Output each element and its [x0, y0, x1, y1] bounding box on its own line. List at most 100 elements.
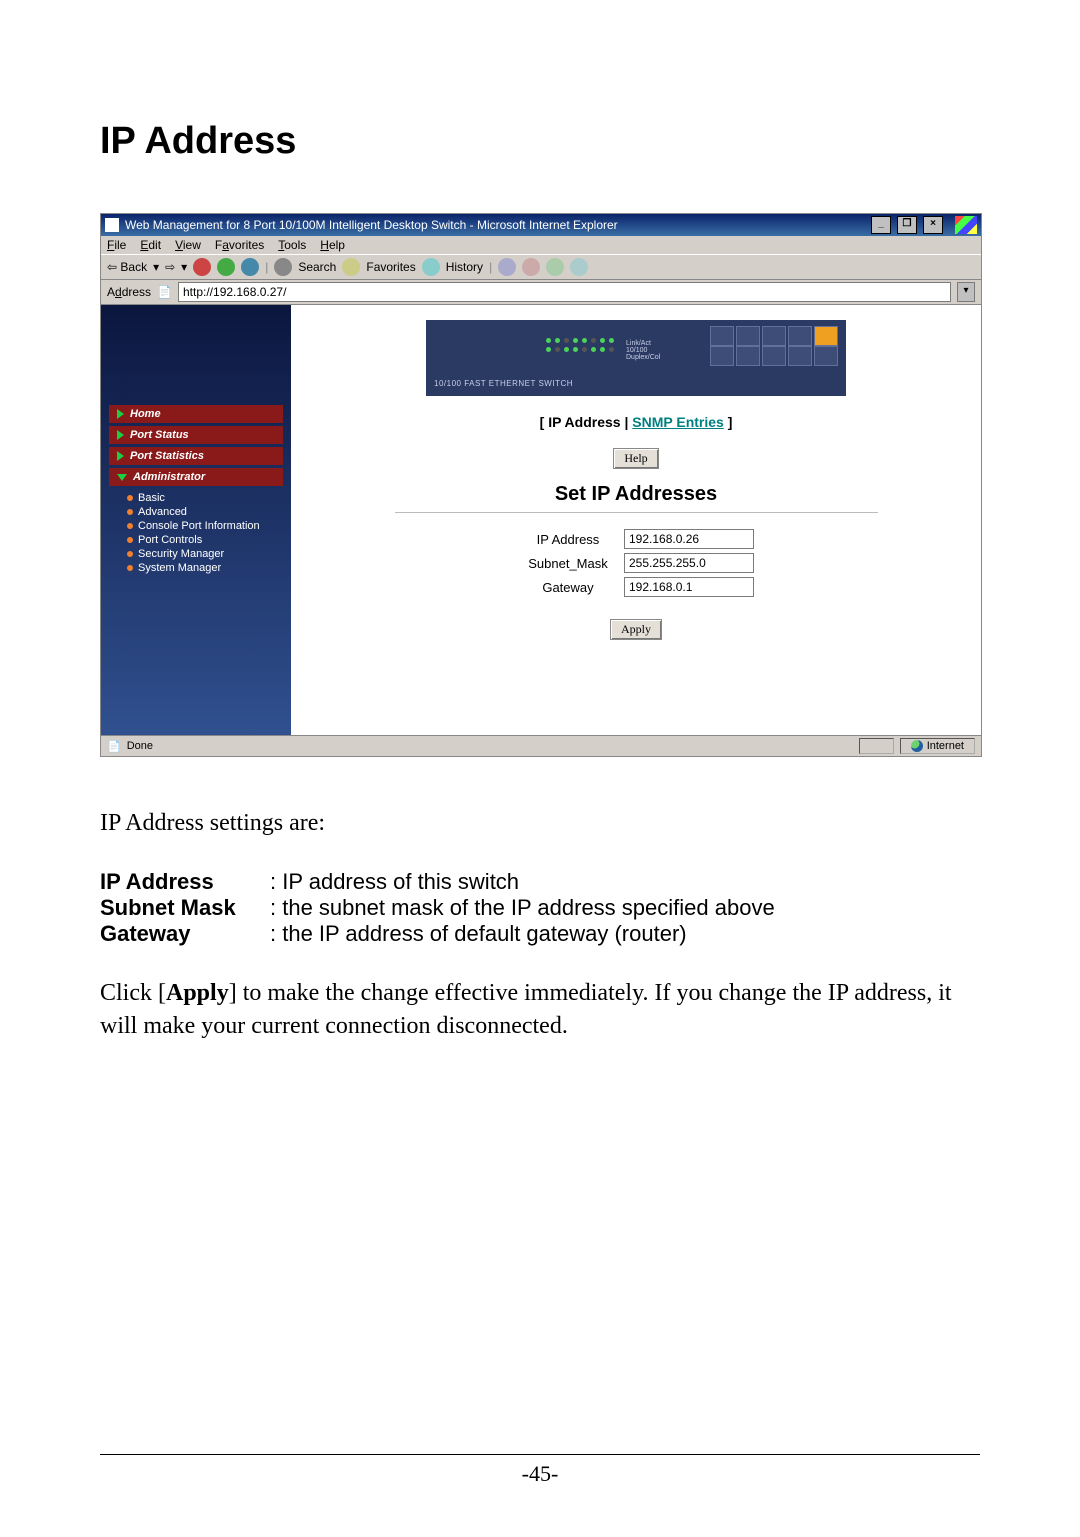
- address-label: Address: [107, 285, 151, 299]
- sidebar-item-label: Port Status: [130, 429, 189, 441]
- sidebar-item-label: Home: [130, 408, 161, 420]
- mail-icon[interactable]: [498, 258, 516, 276]
- address-dropdown-button[interactable]: ▾: [957, 282, 975, 302]
- def-mask-term: Subnet Mask: [100, 895, 270, 921]
- def-gw-term: Gateway: [100, 921, 270, 947]
- status-bar: 📄 Done Internet: [101, 735, 981, 756]
- nav-sidebar: Home Port Status Port Statistics Adminis…: [101, 305, 291, 735]
- gateway-label: Gateway: [518, 580, 618, 595]
- back-menu-arrow-icon[interactable]: ▾: [153, 260, 159, 274]
- ip-form: IP Address Subnet_Mask Gateway: [518, 525, 754, 601]
- forward-menu-arrow-icon[interactable]: ▾: [181, 260, 187, 274]
- menu-bar: File Edit View Favorites Tools Help: [101, 236, 981, 254]
- def-ip-desc: : IP address of this switch: [270, 869, 519, 895]
- apply-paragraph: Click [Apply] to make the change effecti…: [100, 977, 980, 1042]
- ip-address-label: IP Address: [518, 532, 618, 547]
- page-number: -45-: [522, 1461, 559, 1486]
- zone-text: Internet: [927, 740, 964, 752]
- search-button[interactable]: Search: [298, 260, 336, 274]
- windows-logo-icon: [955, 216, 977, 234]
- menu-file[interactable]: File: [107, 238, 126, 252]
- sidebar-item-port-status[interactable]: Port Status: [109, 426, 283, 444]
- status-zone: Internet: [900, 738, 975, 754]
- ie-icon: [105, 218, 119, 232]
- content-pane: Link/Act 10/100 Duplex/Col 10/100 FAST E…: [291, 305, 981, 735]
- def-gw-desc: : the IP address of default gateway (rou…: [270, 921, 687, 947]
- port-grid: [710, 326, 836, 364]
- arrow-down-icon: [117, 474, 127, 481]
- sidebar-item-administrator[interactable]: Administrator: [109, 468, 283, 486]
- window-titlebar: Web Management for 8 Port 10/100M Intell…: [101, 214, 981, 236]
- sidebar-subgroup-administrator: Basic Advanced Console Port Information …: [109, 489, 283, 581]
- subnet-mask-input[interactable]: [624, 553, 754, 573]
- sidebar-sub-console[interactable]: Console Port Information: [127, 519, 283, 533]
- menu-help[interactable]: Help: [320, 238, 345, 252]
- bullet-icon: [127, 509, 133, 515]
- tab-bracket: ]: [728, 414, 733, 430]
- sidebar-item-label: Port Statistics: [130, 450, 204, 462]
- tab-bracket: [: [540, 414, 549, 430]
- close-button[interactable]: ×: [923, 216, 943, 234]
- print-icon[interactable]: [522, 258, 540, 276]
- favorites-icon[interactable]: [342, 258, 360, 276]
- search-icon[interactable]: [274, 258, 292, 276]
- discuss-icon[interactable]: [570, 258, 588, 276]
- page-title: IP Address: [100, 120, 980, 163]
- menu-view[interactable]: View: [175, 238, 201, 252]
- led-grid: [546, 338, 615, 353]
- edit-icon[interactable]: [546, 258, 564, 276]
- sidebar-item-port-statistics[interactable]: Port Statistics: [109, 447, 283, 465]
- browser-window: Web Management for 8 Port 10/100M Intell…: [100, 213, 982, 757]
- status-text: Done: [127, 740, 153, 752]
- menu-tools[interactable]: Tools: [278, 238, 306, 252]
- sidebar-sub-system[interactable]: System Manager: [127, 561, 283, 575]
- page-status-icon: 📄: [107, 740, 121, 753]
- sidebar-item-label: Administrator: [133, 471, 205, 483]
- address-bar: Address 📄 ▾: [101, 280, 981, 305]
- bullet-icon: [127, 551, 133, 557]
- ip-address-input[interactable]: [624, 529, 754, 549]
- status-box-empty: [859, 738, 893, 754]
- refresh-icon[interactable]: [217, 258, 235, 276]
- tab-ip-address[interactable]: IP Address: [548, 414, 620, 430]
- bullet-icon: [127, 495, 133, 501]
- page-footer: -45-: [100, 1454, 980, 1487]
- subnet-mask-label: Subnet_Mask: [518, 556, 618, 571]
- address-input[interactable]: [178, 282, 951, 302]
- back-button[interactable]: ⇦ Back: [107, 260, 147, 274]
- menu-edit[interactable]: Edit: [140, 238, 161, 252]
- led-label-link: Link/Act: [626, 340, 660, 347]
- arrow-icon: [117, 451, 124, 461]
- bullet-icon: [127, 523, 133, 529]
- sidebar-item-home[interactable]: Home: [109, 405, 283, 423]
- page-tabs: [ IP Address | SNMP Entries ]: [540, 414, 733, 430]
- content-heading: Set IP Addresses: [555, 483, 717, 506]
- history-icon[interactable]: [422, 258, 440, 276]
- home-icon[interactable]: [241, 258, 259, 276]
- sidebar-sub-security[interactable]: Security Manager: [127, 547, 283, 561]
- divider: [395, 512, 878, 513]
- history-button[interactable]: History: [446, 260, 483, 274]
- gateway-input[interactable]: [624, 577, 754, 597]
- led-label-speed: 10/100: [626, 347, 660, 354]
- apply-button[interactable]: Apply: [610, 619, 662, 640]
- stop-icon[interactable]: [193, 258, 211, 276]
- menu-favorites[interactable]: Favorites: [215, 238, 264, 252]
- device-model-label: 10/100 FAST ETHERNET SWITCH: [434, 379, 573, 388]
- sidebar-sub-advanced[interactable]: Advanced: [127, 505, 283, 519]
- tab-snmp-entries[interactable]: SNMP Entries: [632, 414, 724, 430]
- def-ip-term: IP Address: [100, 869, 270, 895]
- globe-icon: [911, 740, 923, 752]
- sidebar-sub-basic[interactable]: Basic: [127, 491, 283, 505]
- sidebar-sub-port-controls[interactable]: Port Controls: [127, 533, 283, 547]
- def-mask-desc: : the subnet mask of the IP address spec…: [270, 895, 775, 921]
- favorites-button[interactable]: Favorites: [366, 260, 415, 274]
- restore-button[interactable]: ❐: [897, 216, 917, 234]
- toolbar: ⇦ Back ▾ ⇨ ▾ | Search Favorites History …: [101, 254, 981, 280]
- minimize-button[interactable]: _: [871, 216, 891, 234]
- forward-button[interactable]: ⇨: [165, 260, 175, 274]
- definitions: IP Address : IP address of this switch S…: [100, 869, 980, 947]
- bullet-icon: [127, 565, 133, 571]
- bullet-icon: [127, 537, 133, 543]
- help-button[interactable]: Help: [613, 448, 658, 469]
